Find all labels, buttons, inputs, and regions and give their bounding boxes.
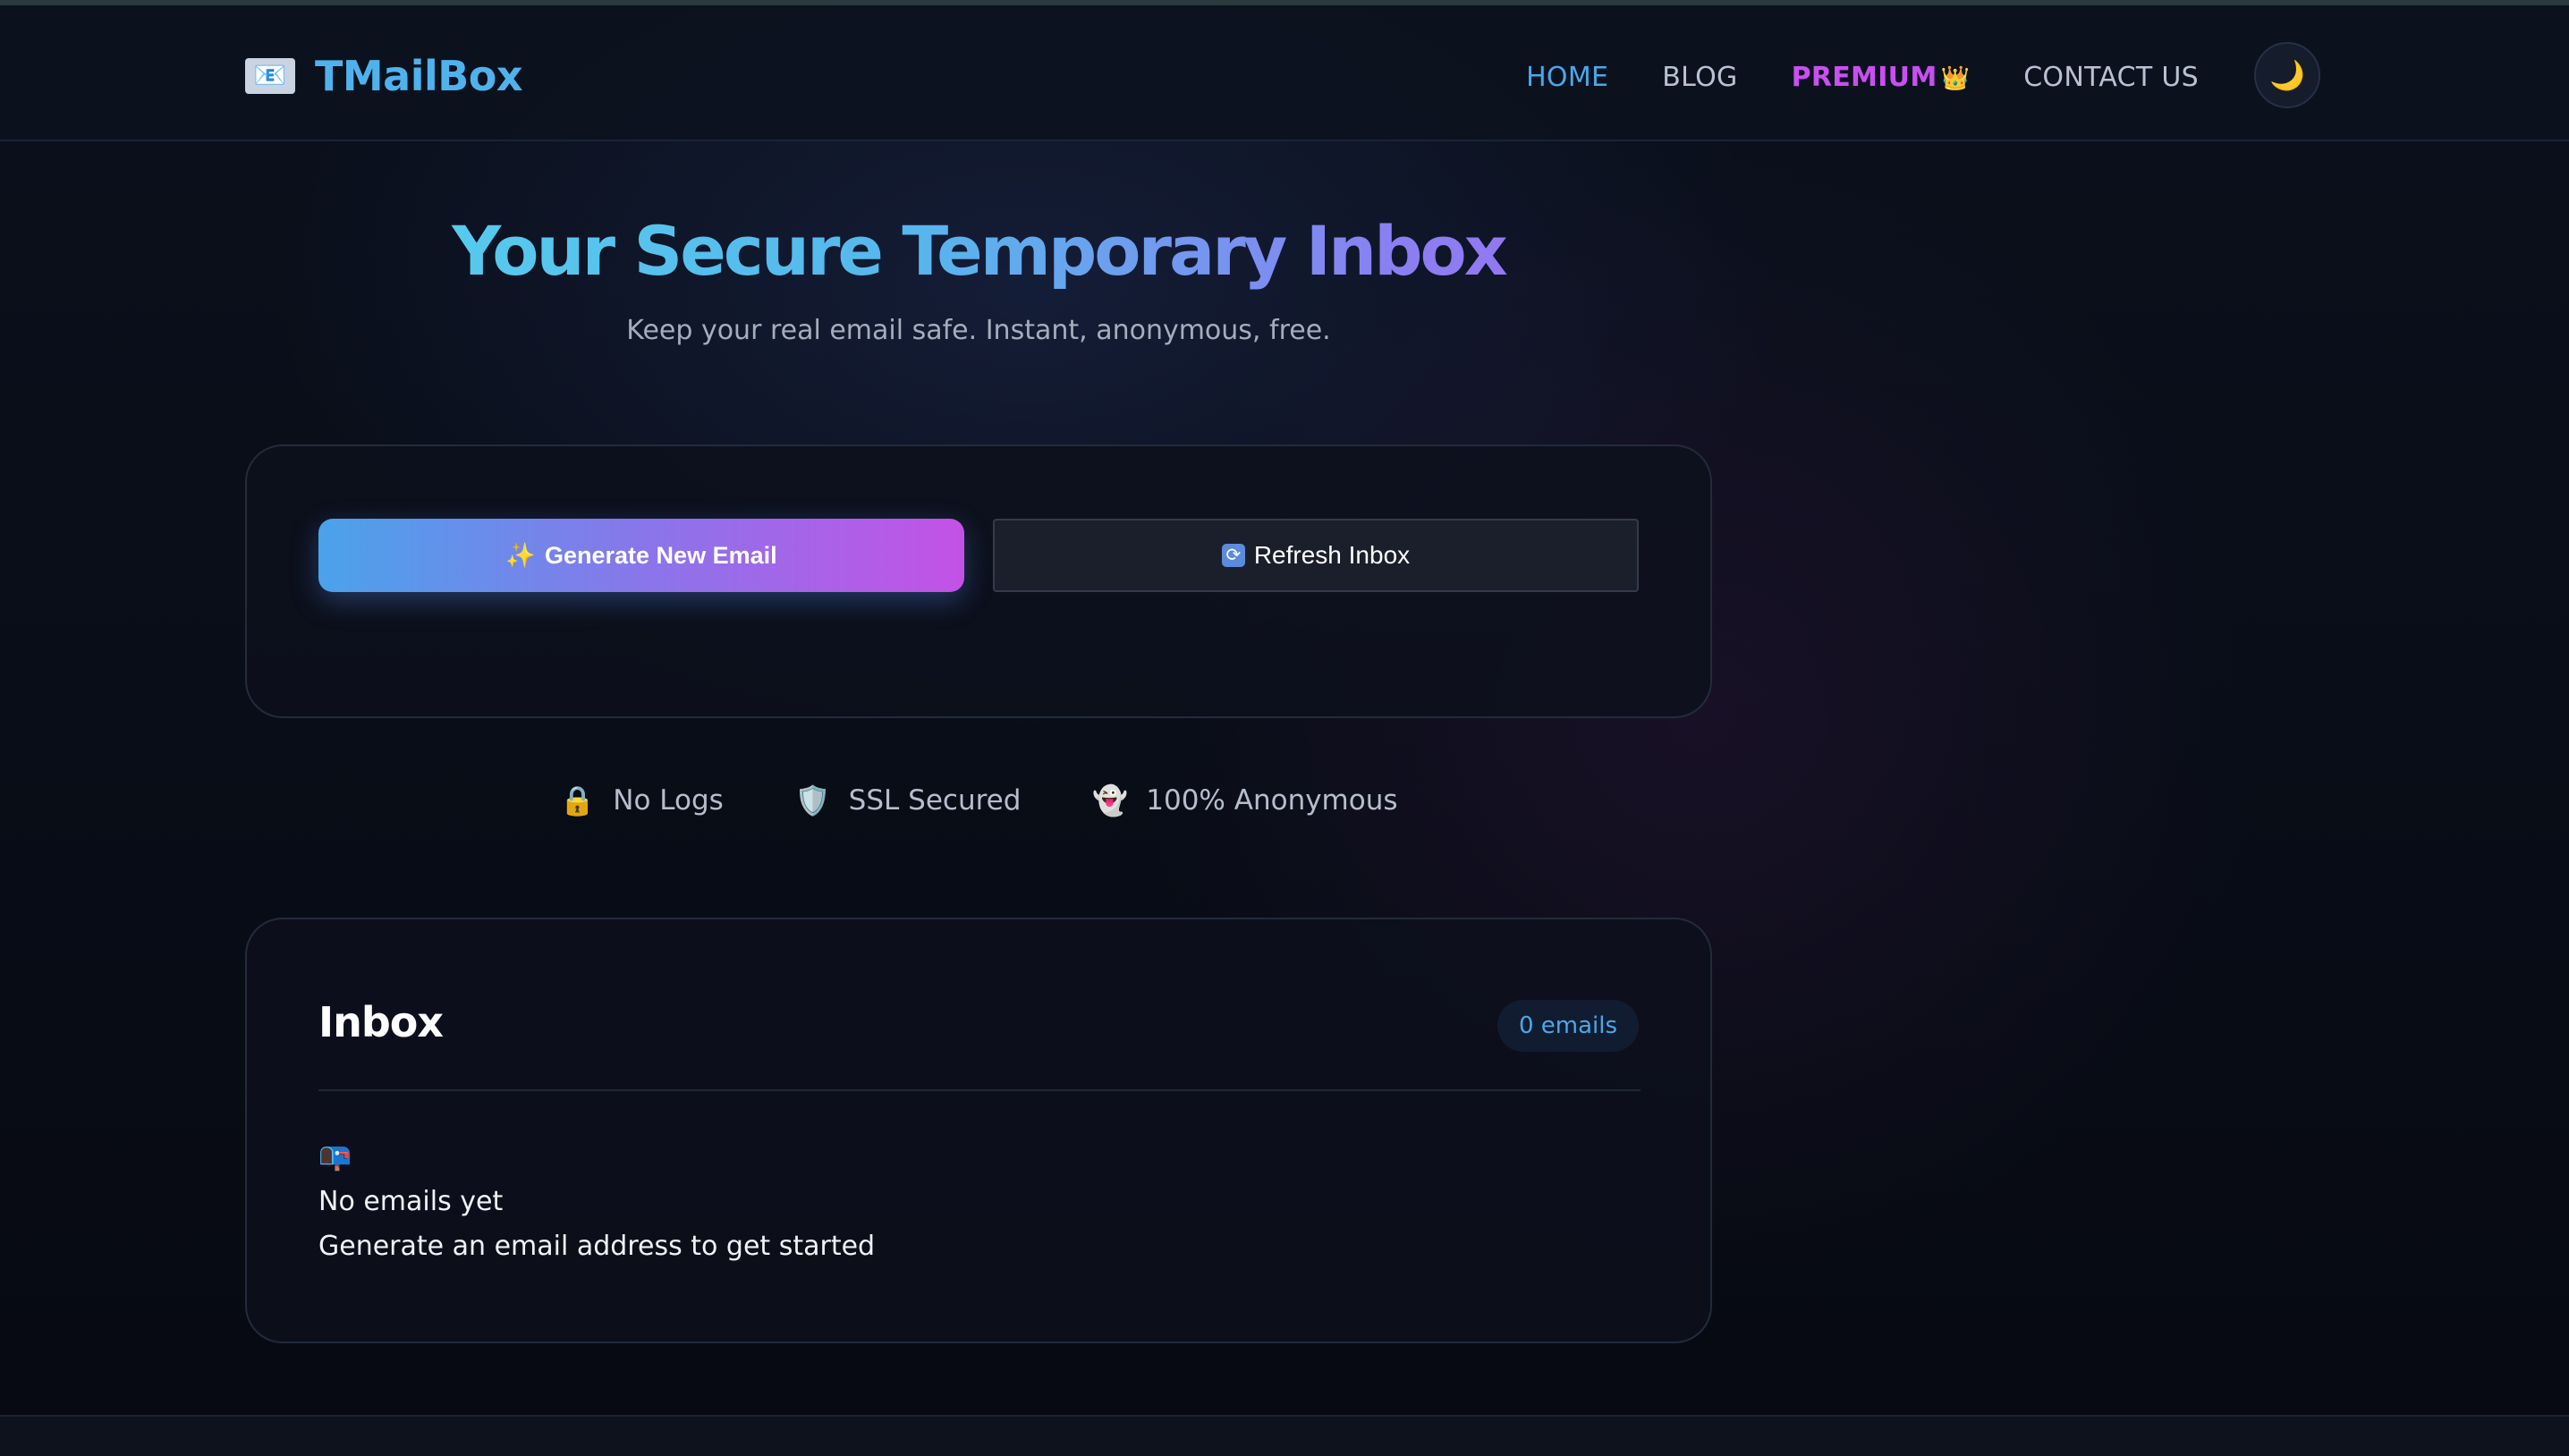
generate-email-label: Generate New Email xyxy=(545,541,777,569)
hero-title: Your Secure Temporary Inbox xyxy=(245,211,1712,291)
nav-premium-label: PREMIUM xyxy=(1791,61,1937,93)
nav-premium[interactable]: PREMIUM 👑 xyxy=(1792,62,1971,93)
moon-icon: 🌙 xyxy=(2269,58,2305,92)
feature-no-logs: 🔒 No Logs xyxy=(559,784,723,817)
feature-ssl-secured: 🛡️ SSL Secured xyxy=(795,784,1022,817)
main-nav: HOME BLOG PREMIUM 👑 CONTACT US xyxy=(1526,47,2199,107)
refresh-inbox-label: Refresh Inbox xyxy=(1253,541,1411,569)
feature-label: SSL Secured xyxy=(848,784,1022,817)
feature-label: No Logs xyxy=(613,784,724,817)
theme-toggle-button[interactable]: 🌙 xyxy=(2254,42,2320,108)
mailbox-icon: 📭 xyxy=(318,1141,352,1172)
empty-state-title: No emails yet xyxy=(318,1186,504,1217)
feature-label: 100% Anonymous xyxy=(1146,784,1398,817)
sparkles-icon: ✨ xyxy=(505,542,536,569)
empty-state-subtitle: Generate an email address to get started xyxy=(318,1231,876,1262)
refresh-inbox-button[interactable]: ⟳ Refresh Inbox xyxy=(993,519,1639,592)
divider xyxy=(318,1089,1641,1091)
nav-contact[interactable]: CONTACT US xyxy=(2023,62,2199,93)
logo[interactable]: 📧 TMailBox xyxy=(245,45,523,107)
footer xyxy=(0,1415,2569,1456)
feature-anonymous: 👻 100% Anonymous xyxy=(1092,784,1397,817)
refresh-icon: ⟳ xyxy=(1221,544,1245,567)
email-count-badge: 0 emails xyxy=(1496,1000,1639,1052)
hero-subtitle: Keep your real email safe. Instant, anon… xyxy=(626,315,1331,346)
nav-home[interactable]: HOME xyxy=(1526,62,1608,93)
inbox-card: Inbox 0 emails 📭 No emails yet Generate … xyxy=(245,918,1712,1343)
generate-email-button[interactable]: ✨ Generate New Email xyxy=(318,519,964,592)
page: 📧 TMailBox HOME BLOG PREMIUM 👑 CONTACT US… xyxy=(0,0,2569,1456)
action-card: ✨ Generate New Email ⟳ Refresh Inbox xyxy=(245,444,1712,718)
lock-icon: 🔒 xyxy=(559,783,596,817)
site-header: 📧 TMailBox HOME BLOG PREMIUM 👑 CONTACT US… xyxy=(0,5,2569,141)
crown-icon: 👑 xyxy=(1940,64,1971,92)
envelope-icon: 📧 xyxy=(245,58,295,94)
nav-blog[interactable]: BLOG xyxy=(1662,62,1737,93)
logo-text: TMailBox xyxy=(315,52,523,100)
inbox-title: Inbox xyxy=(318,998,444,1046)
shield-icon: 🛡️ xyxy=(794,783,831,817)
feature-list: 🔒 No Logs 🛡️ SSL Secured 👻 100% Anonymou… xyxy=(245,769,1712,832)
ghost-icon: 👻 xyxy=(1092,783,1129,817)
